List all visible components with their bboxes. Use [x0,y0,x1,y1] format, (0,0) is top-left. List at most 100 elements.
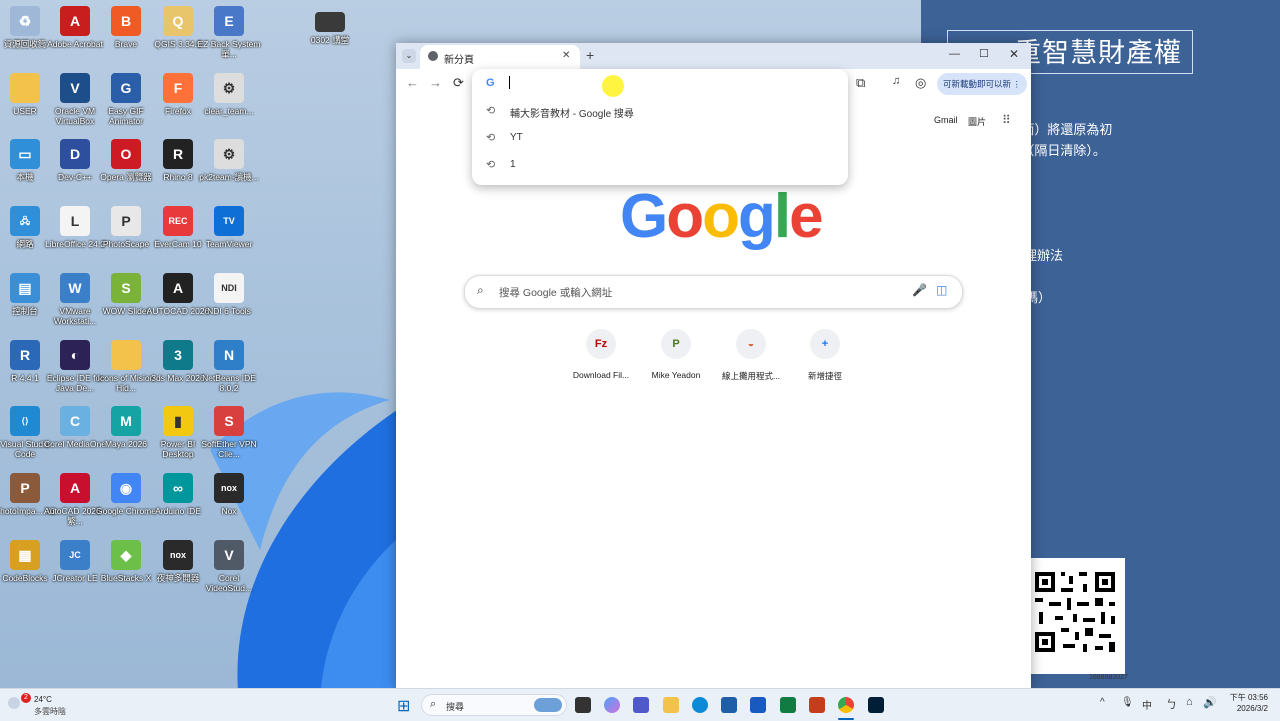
app-icon: ◉ [111,472,141,503]
desktop-icon-0302[interactable]: 0302 講堂 [298,8,362,45]
app-icon: TV [214,206,244,237]
google-search-box[interactable]: ⌕ 搜尋 Google 或輸入網址 🎤 ◫ [464,275,963,309]
update-label: 可新載動即可以新 [943,79,1012,89]
shortcut-label: 線上攤用程式... [721,371,781,381]
maximize-button[interactable]: ☐ [979,47,989,60]
network-icon[interactable]: ⌂ [1186,696,1193,708]
start-button[interactable]: ⊞ [397,696,410,716]
app-icon: NDI [214,272,244,303]
app-icon: A [60,472,90,503]
app-icon: P [10,472,40,503]
apps-grid-icon[interactable]: ⠿ [1002,113,1011,127]
new-tab-button[interactable]: + [586,47,594,63]
powerpoint-icon[interactable] [809,697,825,713]
photoshop-icon[interactable] [868,697,884,713]
suggestion-item[interactable]: ⟲ YT [472,125,848,151]
add-shortcut-icon: + [810,329,840,359]
word-icon[interactable] [750,697,766,713]
desktop-icon[interactable]: nox Nox [197,472,261,516]
shortcut-tile[interactable]: Fz Download Fil... [564,329,638,380]
tab-strip: ⌄ 新分頁 ✕ + — ☐ ✕ [396,43,1031,69]
folder-icon [315,12,345,32]
reload-icon[interactable]: ⟳ [453,75,464,91]
desktop-icon[interactable]: NDI NDI 6 Tools [197,272,261,316]
desktop-icon[interactable]: ⚙ clear_team... [197,72,261,116]
menu-icon[interactable]: ⋮ [1013,73,1022,95]
desktop-icon[interactable]: ⚙ pk2team-讀機... [197,139,261,182]
desktop-icon[interactable]: V Corel VideoStud... [197,539,261,593]
tray-chevron-icon[interactable]: ^ [1100,697,1105,708]
desktop-icon-label: SoftEther VPN Clie... [201,439,257,460]
search-icon: ⌕ [430,698,437,710]
taskbar-search[interactable]: ⌕ 搜尋 [421,694,567,716]
shortcut-tile[interactable]: + 新增捷徑 [788,329,862,382]
teams-icon[interactable] [633,697,649,713]
suggestion-item[interactable]: ⟲ 輔大影音教材 - Google 搜尋 [472,98,848,124]
excel-icon[interactable] [780,697,796,713]
media-control-icon[interactable]: ♫ [892,75,900,87]
taskbar-search-text: 搜尋 [446,702,465,712]
app-icon: 3 [163,339,193,370]
lens-icon[interactable]: ◫ [936,283,947,297]
copilot-icon[interactable] [604,697,620,713]
desktop-icon[interactable]: E EZ Back System單... [197,6,261,59]
images-link[interactable]: 圖片 [968,115,986,128]
desktop-icon-label: TeamViewer [205,239,253,250]
search-highlight-image [534,698,562,712]
app-icon: S [111,272,141,303]
omnibox-input[interactable] [508,74,832,94]
weather-widget[interactable]: 2 24°C 多雲時陰 [8,693,88,719]
shortcut-favicon-icon: ◒ [736,329,766,359]
ime-indicator[interactable]: 中 [1142,697,1152,712]
desktop-icon[interactable]: N NetBeans IDE 8.0.2 [197,339,261,393]
history-icon: ⟲ [486,105,496,117]
task-view-icon[interactable] [575,697,591,713]
store-icon[interactable] [721,697,737,713]
suggestion-item[interactable]: ⟲ 1 [472,152,848,178]
app-icon: A [163,272,193,303]
desktop-icon-label: clear_team... [204,105,254,116]
tab-search-button[interactable]: ⌄ [402,49,416,63]
file-explorer-icon[interactable] [663,697,679,713]
desktop-icon-label: pk2team-讀機... [199,172,259,183]
app-icon: JC [60,539,90,570]
chrome-taskbar-icon[interactable] [838,697,854,713]
app-icon: P [111,206,141,237]
desktop-icon[interactable]: TV TeamViewer [197,206,261,249]
tab-close-icon[interactable]: ✕ [562,50,570,61]
close-window-button[interactable]: ✕ [1009,47,1019,61]
taskbar: 2 24°C 多雲時陰 ⊞ ⌕ 搜尋 ^ 🎙 中 ㄅ ⌂ 🔊 下午 03:56 … [0,688,1280,721]
app-icon: ♻ [10,6,40,36]
shortcut-tile[interactable]: ◒ 線上攤用程式... [714,329,788,382]
app-icon: R [163,139,193,170]
weather-desc: 多雲時陰 [34,707,66,716]
text-cursor [509,76,510,89]
clock-time[interactable]: 下午 03:56 [1228,692,1268,703]
desktop-icon[interactable]: S SoftEther VPN Clie... [197,406,261,459]
shortcut-favicon-icon: P [661,329,691,359]
profile-icon[interactable]: ◎ [915,75,926,91]
app-icon: C [60,406,90,437]
tab-new-tab[interactable]: 新分頁 ✕ [420,45,580,69]
back-icon[interactable]: ← [406,75,419,90]
volume-icon[interactable]: 🔊 [1203,696,1217,709]
weather-temp: 24°C [34,695,52,704]
shortcut-favicon-icon: Fz [586,329,616,359]
app-icon: ▮ [163,406,193,437]
shortcut-tile[interactable]: P Mike Yeadon [639,329,713,380]
microphone-icon[interactable]: 🎙 [1121,697,1134,708]
clock-date[interactable]: 2026/3/2 [1228,704,1268,713]
app-icon: ▦ [10,539,40,570]
omnibox-dropdown: G ⟲ 輔大影音教材 - Google 搜尋 ⟲ YT ⟲ 1 [472,69,848,185]
minimize-button[interactable]: — [949,48,960,60]
desktop-icon-label: NetBeans IDE 8.0.2 [202,372,256,393]
extensions-icon[interactable]: ⧉ [856,75,865,91]
ime-mode-icon[interactable]: ㄅ [1166,696,1177,712]
edge-icon[interactable] [692,697,708,713]
shortcut-label: 新增捷徑 [807,371,842,381]
update-button[interactable]: 可新載動即可以新 ⋮ [937,73,1027,95]
desktop-icon-label: EZ Back System單... [197,39,261,59]
voice-search-icon[interactable]: 🎤 [912,283,927,297]
forward-icon[interactable]: → [429,75,442,90]
gmail-link[interactable]: Gmail [934,115,958,125]
